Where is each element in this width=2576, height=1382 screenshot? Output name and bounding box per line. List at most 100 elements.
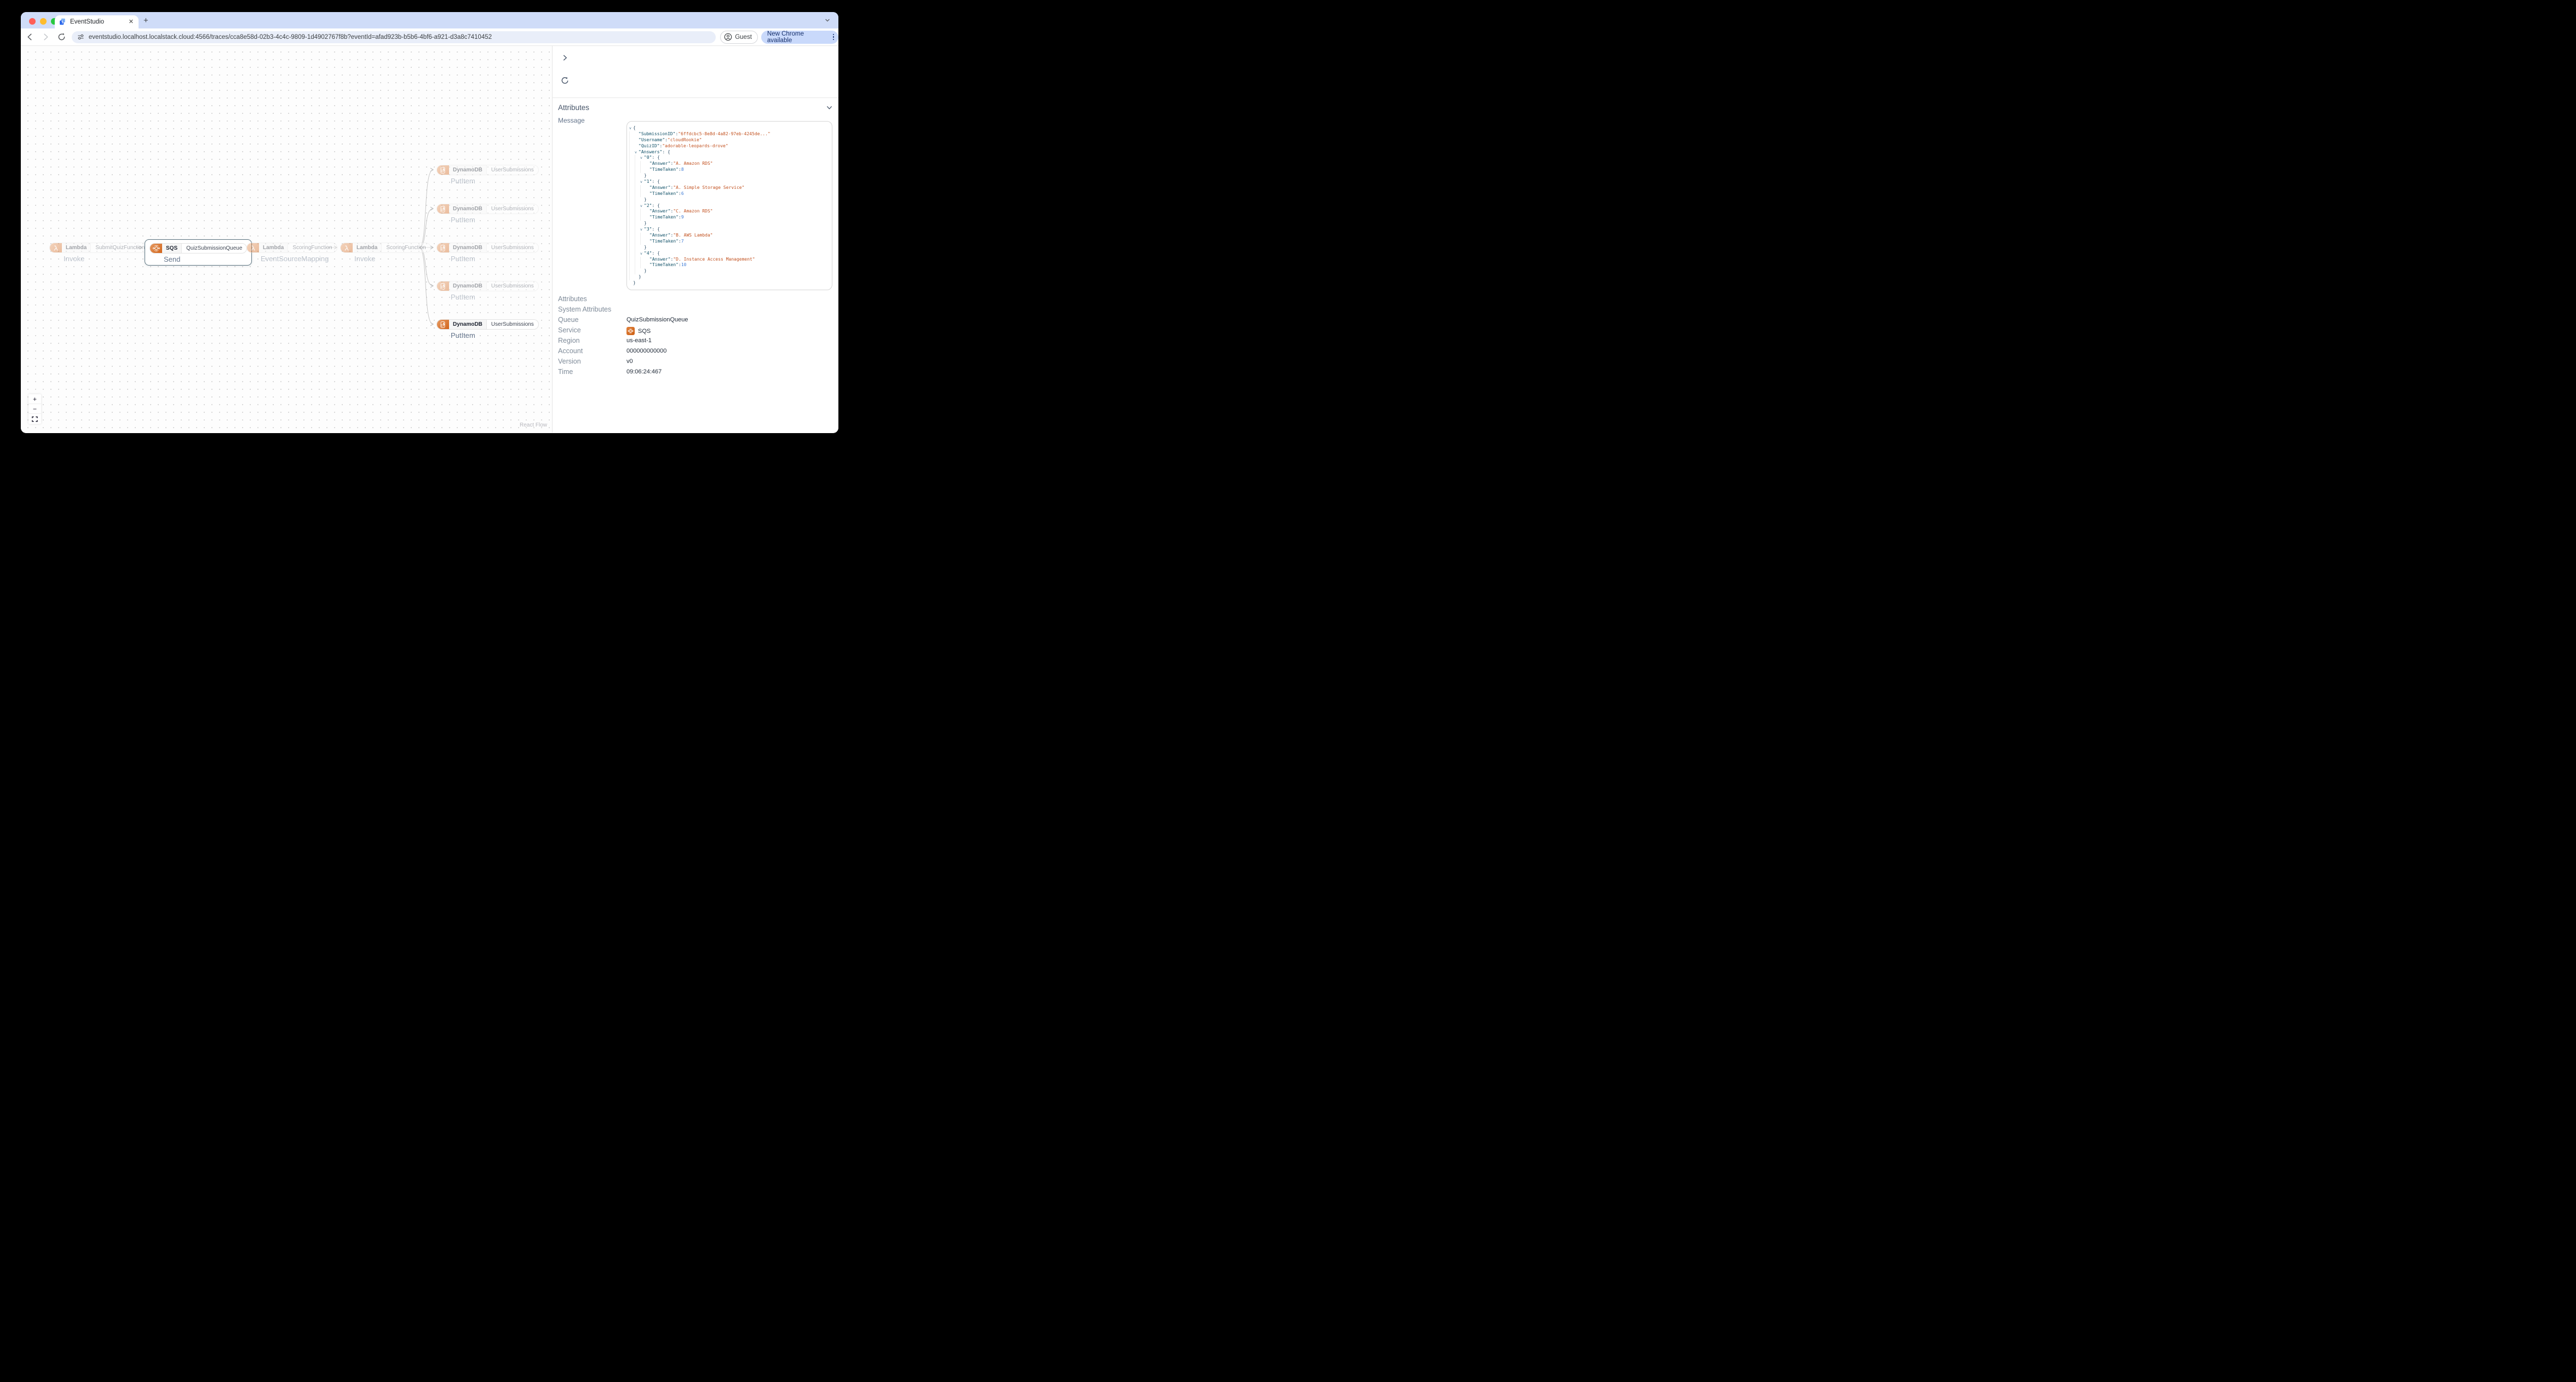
- node-pill[interactable]: DynamoDB UserSubmissions: [436, 165, 539, 175]
- node-pill[interactable]: SQS QuizSubmissionQueue: [150, 243, 248, 254]
- attribute-label: Service: [558, 326, 581, 334]
- node-resource-label: UserSubmissions: [491, 206, 534, 212]
- node-service-label: DynamoDB: [449, 320, 487, 329]
- json-line[interactable]: v "Answers": {: [629, 149, 829, 156]
- attribute-value: us-east-1: [626, 337, 652, 344]
- node-operation-label: EventSourceMapping: [261, 255, 329, 263]
- json-line: }: [629, 274, 829, 281]
- node-operation-label: PutItem: [451, 216, 475, 224]
- url-bar[interactable]: eventstudio.localhost.localstack.cloud:4…: [71, 31, 716, 43]
- tab-close-icon[interactable]: ✕: [128, 18, 135, 26]
- node-pill[interactable]: Lambda ScoringFunction: [246, 243, 337, 253]
- json-line: "Answer": "A. Amazon RDS": [629, 161, 829, 168]
- json-line: "SubmissionID": "6ffdcbc5-8e8d-4a82-97eb…: [629, 131, 829, 137]
- attributes-section-header[interactable]: Attributes: [558, 103, 833, 112]
- json-line[interactable]: v "0": {: [629, 155, 829, 162]
- flow-canvas[interactable]: Lambda SubmitQuizFunction Invoke SQS QuizSub…: [21, 46, 552, 433]
- json-line[interactable]: v "4": {: [629, 250, 829, 257]
- attribute-value-text: QuizSubmissionQueue: [626, 316, 688, 323]
- browser-menu-icon[interactable]: [832, 33, 836, 42]
- guest-label: Guest: [735, 33, 752, 41]
- node-resource-label: UserSubmissions: [491, 245, 534, 251]
- json-line: }: [629, 173, 829, 180]
- flow-edge: [418, 168, 434, 248]
- tab-eventstudio[interactable]: EventStudio ✕: [55, 15, 139, 28]
- profile-button[interactable]: Guest: [720, 30, 758, 44]
- flow-node-dynamodb-usersubmissions-5[interactable]: DynamoDB UserSubmissions PutItem: [436, 319, 539, 339]
- message-json-viewer[interactable]: v{"SubmissionID": "6ffdcbc5-8e8d-4a82-97…: [626, 121, 832, 290]
- sqs-service-icon: [626, 327, 635, 335]
- json-line: "Username": "cloudRookie": [629, 137, 829, 143]
- flow-node-lambda-scoring-invoke[interactable]: Lambda ScoringFunction Invoke: [340, 243, 431, 263]
- node-pill[interactable]: DynamoDB UserSubmissions: [436, 243, 539, 253]
- attribute-value: SQS: [626, 327, 651, 335]
- json-line[interactable]: v "1": {: [629, 179, 829, 185]
- flow-node-lambda-submitquizfunction[interactable]: Lambda SubmitQuizFunction Invoke: [49, 243, 150, 263]
- flow-node-dynamodb-usersubmissions-1[interactable]: DynamoDB UserSubmissions PutItem: [436, 165, 539, 185]
- guest-avatar-icon: [724, 33, 732, 41]
- node-service-label: SQS: [162, 244, 182, 253]
- json-line: "Answer": "B. AWS Lambda": [629, 233, 829, 239]
- react-flow-attribution[interactable]: React Flow: [520, 422, 547, 428]
- attribute-value-text: SQS: [638, 327, 651, 335]
- close-window-button[interactable]: [29, 18, 36, 25]
- node-resource-label: ScoringFunction: [386, 245, 426, 251]
- node-service-label: Lambda: [353, 243, 382, 252]
- attribute-row-service: Service SQS: [558, 326, 833, 337]
- new-tab-button[interactable]: +: [143, 16, 148, 25]
- attribute-label: Version: [558, 358, 581, 365]
- json-line[interactable]: v "2": {: [629, 203, 829, 209]
- tab-search-chevron-icon[interactable]: [824, 17, 831, 24]
- json-line: "TimeTaken": 8: [629, 167, 829, 174]
- json-line: }: [629, 268, 829, 275]
- section-toggle-system-attributes[interactable]: System Attributes: [558, 306, 833, 316]
- chrome-update-button[interactable]: New Chrome available: [761, 30, 838, 44]
- node-pill[interactable]: DynamoDB UserSubmissions: [436, 319, 539, 330]
- lambda-icon: [247, 243, 259, 252]
- node-operation-label: PutItem: [451, 331, 475, 339]
- dynamodb-icon: [437, 165, 449, 175]
- json-line: }: [629, 244, 829, 251]
- json-line: "Answer": "A. Simple Storage Service": [629, 185, 829, 191]
- fit-view-button[interactable]: [28, 414, 41, 424]
- flow-node-lambda-scoring-esm[interactable]: Lambda ScoringFunction EventSourceMapping: [246, 243, 337, 263]
- attribute-label: Queue: [558, 316, 579, 324]
- node-operation-label: Invoke: [354, 255, 376, 263]
- json-line: "Answer": "D. Instance Access Management…: [629, 256, 829, 263]
- attribute-row-time: Time 09:06:24:467: [558, 368, 833, 378]
- attribute-value-text: 000000000000: [626, 348, 667, 354]
- minimize-window-button[interactable]: [40, 18, 47, 25]
- section-toggle-attributes[interactable]: Attributes: [558, 295, 833, 306]
- flow-node-sqs-quizsubmissionqueue[interactable]: SQS QuizSubmissionQueue Send: [145, 239, 252, 266]
- node-resource-label: UserSubmissions: [491, 321, 534, 327]
- node-operation-label: Send: [164, 255, 181, 263]
- json-line[interactable]: v{: [629, 125, 829, 131]
- json-collapse-caret: v: [640, 227, 642, 232]
- attribute-value-text: v0: [626, 358, 633, 365]
- flow-node-dynamodb-usersubmissions-4[interactable]: DynamoDB UserSubmissions PutItem: [436, 281, 539, 301]
- attribute-value-text: us-east-1: [626, 337, 652, 344]
- json-line[interactable]: v "3": {: [629, 227, 829, 233]
- site-settings-icon[interactable]: [77, 33, 84, 41]
- collapse-panel-button[interactable]: [560, 53, 570, 62]
- attribute-value: QuizSubmissionQueue: [626, 316, 688, 323]
- flow-node-dynamodb-usersubmissions-2[interactable]: DynamoDB UserSubmissions PutItem: [436, 204, 539, 224]
- node-service-label: DynamoDB: [449, 243, 487, 252]
- node-operation-label: PutItem: [451, 177, 475, 185]
- zoom-in-button[interactable]: +: [28, 394, 41, 404]
- node-pill[interactable]: Lambda ScoringFunction: [340, 243, 431, 253]
- forward-button[interactable]: [39, 30, 53, 44]
- node-resource-label: QuizSubmissionQueue: [186, 245, 243, 251]
- back-button[interactable]: [23, 30, 37, 44]
- browser-window: EventStudio ✕ + eventstudio.localhost.lo…: [21, 12, 838, 433]
- node-pill[interactable]: DynamoDB UserSubmissions: [436, 281, 539, 291]
- sqs-icon: [150, 244, 162, 253]
- node-resource-label: UserSubmissions: [491, 167, 534, 173]
- flow-node-dynamodb-usersubmissions-3[interactable]: DynamoDB UserSubmissions PutItem: [436, 243, 539, 263]
- zoom-out-button[interactable]: −: [28, 404, 41, 414]
- node-pill[interactable]: Lambda SubmitQuizFunction: [49, 243, 150, 253]
- reload-button[interactable]: [55, 30, 68, 44]
- node-pill[interactable]: DynamoDB UserSubmissions: [436, 204, 539, 214]
- attribute-row-account: Account 000000000000: [558, 347, 833, 358]
- replay-event-button[interactable]: [560, 76, 570, 85]
